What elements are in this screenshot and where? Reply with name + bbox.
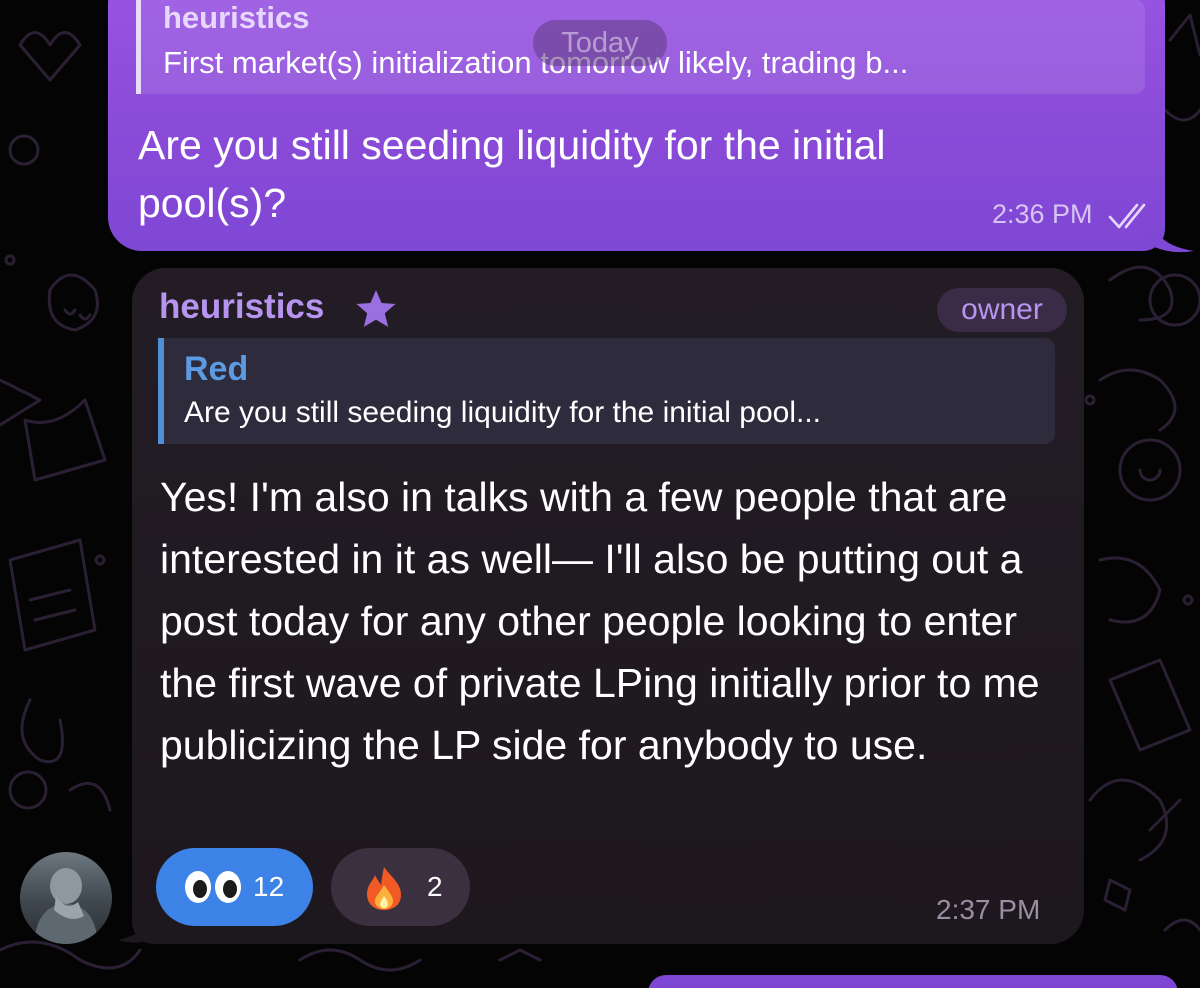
double-check-icon [1108,203,1146,229]
outgoing-message-time: 2:36 PM [992,199,1093,229]
outgoing-message-text: Are you still seeding liquidity for the … [138,122,886,226]
avatar[interactable] [20,852,112,944]
star-icon [356,290,396,327]
owner-badge: owner [937,288,1067,332]
incoming-reply-sender: Red [184,350,249,388]
incoming-bubble-tail [118,902,158,943]
reaction-fire-count: 2 [427,871,443,902]
fire-icon [367,867,401,910]
eyes-icon [185,871,241,903]
outgoing-bubble-tail [1150,215,1194,253]
reaction-fire-button[interactable]: 2 [331,848,470,926]
next-outgoing-bubble-edge [648,975,1178,988]
incoming-message-text: Yes! I'm also in talks with a few people… [160,474,1040,768]
reaction-eyes-count: 12 [253,871,285,902]
avatar-image [20,852,112,944]
outgoing-reply-sender: heuristics [163,0,310,35]
date-separator: Today [533,20,667,66]
reaction-eyes-button[interactable]: 12 [156,848,313,926]
sender-name[interactable]: heuristics [159,287,324,327]
incoming-reply-text: Are you still seeding liquidity for the … [184,396,822,429]
incoming-message-time: 2:37 PM [936,894,1041,925]
